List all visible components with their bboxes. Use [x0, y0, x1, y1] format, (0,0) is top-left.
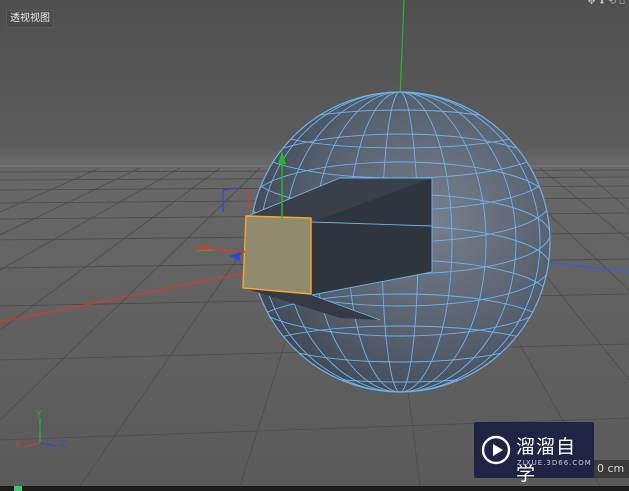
- play-logo-icon: [481, 435, 511, 465]
- status-bar: [0, 486, 629, 491]
- viewport-scene[interactable]: [0, 0, 629, 487]
- axis-x-label: X: [15, 440, 22, 450]
- axis-y-label: Y: [36, 410, 42, 420]
- grid-scale-readout: 0 cm: [593, 460, 629, 478]
- viewport-nav-icons[interactable]: ✥ ⬍ ⟲ ▫: [588, 0, 625, 7]
- axis-z-label: Z: [60, 440, 67, 450]
- view-name-label[interactable]: 透视视图: [6, 10, 54, 28]
- watermark-url: ZIXUE.3D66.COM: [517, 459, 592, 467]
- watermark: 溜溜自学 ZIXUE.3D66.COM: [474, 422, 594, 485]
- app-window: 透视视图 Y X Z ✥ ⬍ ⟲ ▫ 0 cm 溜溜自学 ZIXUE.3D66.…: [0, 0, 629, 491]
- perspective-viewport[interactable]: 透视视图 Y X Z ✥ ⬍ ⟲ ▫ 0 cm: [0, 0, 629, 487]
- selected-face[interactable]: [242, 215, 312, 295]
- status-indicator-icon: [14, 486, 22, 491]
